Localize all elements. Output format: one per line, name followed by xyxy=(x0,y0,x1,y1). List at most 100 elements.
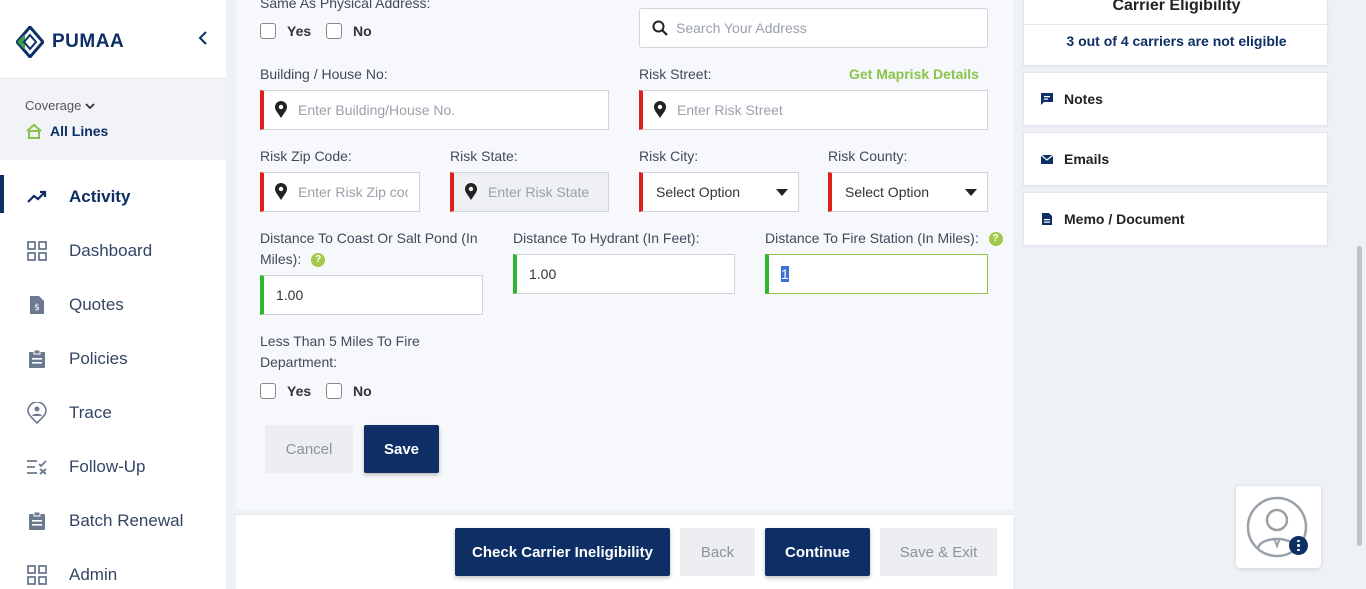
save-exit-button[interactable]: Save & Exit xyxy=(880,528,997,576)
emails-title-row: Emails xyxy=(1024,133,1327,185)
state-label: Risk State: xyxy=(450,148,518,164)
memo-title-row: Memo / Document xyxy=(1024,193,1327,245)
caret-down-icon xyxy=(965,188,977,196)
zip-placeholder: Enter Risk Zip coc xyxy=(298,184,408,200)
checkbox-box[interactable] xyxy=(326,383,342,399)
notes-card[interactable]: Notes xyxy=(1023,72,1328,126)
search-placeholder: Search Your Address xyxy=(676,20,807,36)
grid-icon xyxy=(26,240,48,262)
emails-card[interactable]: Emails xyxy=(1023,132,1328,186)
continue-button[interactable]: Continue xyxy=(765,528,870,576)
memo-document-card[interactable]: Memo / Document xyxy=(1023,192,1328,246)
help-icon[interactable]: ? xyxy=(311,253,326,268)
save-button[interactable]: Save xyxy=(364,425,439,473)
coast-distance-label: Distance To Coast Or Salt Pond (In Miles… xyxy=(260,228,490,270)
coverage-selector[interactable]: Coverage All Lines xyxy=(0,78,226,160)
less-than-5-miles-no-checkbox[interactable]: No xyxy=(326,383,372,399)
city-label: Risk City: xyxy=(639,148,699,164)
pumaa-logo-icon xyxy=(16,26,44,58)
checkbox-box[interactable] xyxy=(326,23,342,39)
coast-distance-input[interactable]: 1.00 xyxy=(260,275,483,315)
city-selected-value: Select Option xyxy=(656,184,741,200)
app-name: PUMAA xyxy=(52,31,125,52)
location-person-icon xyxy=(26,402,48,424)
location-pin-icon xyxy=(275,101,287,118)
trending-icon xyxy=(26,186,48,208)
sidebar-item-trace[interactable]: Trace xyxy=(0,386,226,440)
county-selected-value: Select Option xyxy=(845,184,930,200)
same-as-physical-no-checkbox[interactable]: No xyxy=(326,23,372,39)
building-input[interactable]: Enter Building/House No. xyxy=(260,90,609,130)
risk-zip-input[interactable]: Enter Risk Zip coc xyxy=(260,172,420,212)
zip-label: Risk Zip Code: xyxy=(260,148,352,164)
fire-station-distance-input[interactable]: 1 xyxy=(765,254,988,294)
sidebar-item-label: Follow-Up xyxy=(69,457,146,476)
risk-county-select[interactable]: Select Option xyxy=(828,172,988,212)
sidebar-item-label: Admin xyxy=(69,565,118,584)
checkbox-label: Yes xyxy=(287,23,312,39)
less-than-5-miles-yes-checkbox[interactable]: Yes xyxy=(260,383,311,399)
document-icon xyxy=(1042,213,1052,225)
sidebar-item-follow-up[interactable]: Follow-Up xyxy=(0,440,226,494)
carrier-eligibility-card[interactable]: Carrier Eligibility 3 out of 4 carriers … xyxy=(1023,0,1329,66)
check-carrier-ineligibility-button[interactable]: Check Carrier Ineligibility xyxy=(455,528,670,576)
caret-down-icon xyxy=(776,188,788,196)
sidebar-item-label: Trace xyxy=(69,403,112,422)
risk-street-label: Risk Street: xyxy=(639,66,712,82)
building-label: Building / House No: xyxy=(260,66,388,82)
coverage-value: All Lines xyxy=(50,123,109,139)
sidebar-item-label: Activity xyxy=(69,187,131,206)
location-pin-icon xyxy=(275,183,287,200)
grid-icon xyxy=(26,564,48,586)
sidebar-item-quotes[interactable]: $ Quotes xyxy=(0,278,226,332)
app-logo[interactable]: PUMAA xyxy=(16,26,124,58)
page-scrollbar[interactable] xyxy=(1357,246,1362,546)
home-icon xyxy=(26,123,42,139)
checkbox-label: No xyxy=(353,23,372,39)
fire-station-label-text: Distance To Fire Station (In Miles): xyxy=(765,230,979,246)
footer-action-bar: Check Carrier Ineligibility Back Continu… xyxy=(236,514,1013,589)
checkbox-box[interactable] xyxy=(260,23,276,39)
sidebar-item-batch-renewal[interactable]: Batch Renewal xyxy=(0,494,226,548)
sidebar-item-label: Policies xyxy=(69,349,128,368)
sidebar-item-dashboard[interactable]: Dashboard xyxy=(0,224,226,278)
sidebar-item-policies[interactable]: Policies xyxy=(0,332,226,386)
state-placeholder: Enter Risk State xyxy=(488,184,590,200)
collapse-sidebar-button[interactable] xyxy=(198,30,208,51)
same-as-physical-label: Same As Physical Address: xyxy=(260,0,431,11)
sidebar-item-activity[interactable]: Activity xyxy=(0,170,226,224)
same-as-physical-yes-checkbox[interactable]: Yes xyxy=(260,23,311,39)
less-than-label-line-1: Less Than 5 Miles To Fire xyxy=(260,333,420,349)
sidebar-nav: Activity Dashboard $ Quotes Policies Tra… xyxy=(0,170,226,589)
checkbox-label: Yes xyxy=(287,383,312,399)
hydrant-distance-input[interactable]: 1.00 xyxy=(513,254,735,294)
checklist-icon xyxy=(26,456,48,478)
more-options-icon[interactable] xyxy=(1289,536,1308,555)
cancel-button[interactable]: Cancel xyxy=(265,425,353,473)
less-than-5-miles-label: Less Than 5 Miles To Fire Department: xyxy=(260,331,420,373)
help-icon[interactable]: ? xyxy=(988,232,1003,247)
sidebar-item-admin[interactable]: Admin xyxy=(0,548,226,589)
checkbox-label: No xyxy=(353,383,372,399)
divider xyxy=(1024,24,1329,25)
less-than-label-line-2: Department: xyxy=(260,354,338,370)
notes-title-row: Notes xyxy=(1024,73,1327,125)
sidebar-item-label: Quotes xyxy=(69,295,124,314)
coast-label-line-2: Miles): xyxy=(260,251,302,267)
risk-state-input[interactable]: Enter Risk State xyxy=(450,172,609,212)
back-button[interactable]: Back xyxy=(680,528,755,576)
mail-icon xyxy=(1040,154,1054,164)
risk-street-input[interactable]: Enter Risk Street xyxy=(639,90,988,130)
clipboard-icon xyxy=(26,348,48,370)
selected-text: 1 xyxy=(781,266,789,282)
fire-station-distance-value: 1 xyxy=(769,266,789,282)
coverage-value-wrap: All Lines xyxy=(25,123,108,139)
address-search-input[interactable]: Search Your Address xyxy=(639,8,988,48)
get-maprisk-details-link[interactable]: Get Maprisk Details xyxy=(849,66,979,82)
county-label: Risk County: xyxy=(828,148,908,164)
assistant-widget[interactable] xyxy=(1236,486,1321,568)
search-icon xyxy=(652,20,668,36)
notes-title: Notes xyxy=(1064,91,1103,107)
risk-city-select[interactable]: Select Option xyxy=(639,172,799,212)
checkbox-box[interactable] xyxy=(260,383,276,399)
